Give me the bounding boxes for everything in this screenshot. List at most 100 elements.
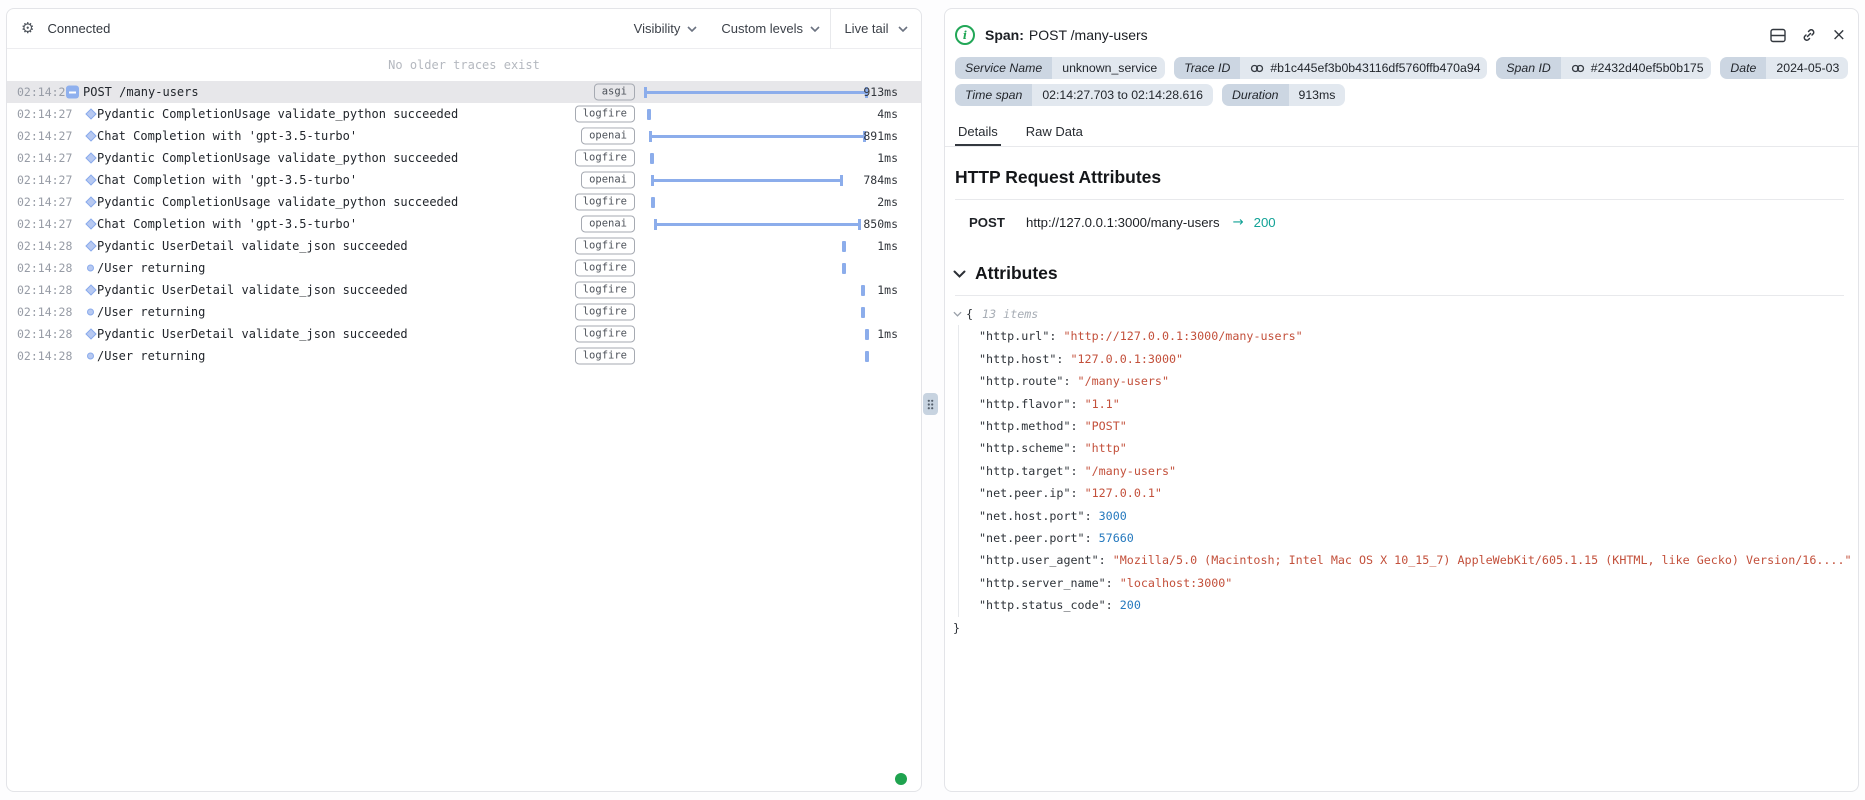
scope-badge: logfire xyxy=(575,325,635,342)
attributes-section-heading[interactable]: Attributes xyxy=(953,263,1858,284)
trace-row[interactable]: 02:14:27Chat Completion with 'gpt-3.5-tu… xyxy=(7,213,921,235)
waterfall-cell xyxy=(644,235,868,257)
waterfall-span-bar xyxy=(644,87,868,98)
trace-row[interactable]: 02:14:27 Chat Completion with 'gpt-3.5-tu… xyxy=(7,169,921,191)
meta-value: unknown_service xyxy=(1052,57,1165,79)
meta-label: Time span xyxy=(955,84,1032,106)
meta-badge: Duration913ms xyxy=(1222,84,1345,106)
waterfall-span-bar xyxy=(654,219,861,230)
detail-tabs: Details Raw Data xyxy=(945,119,1858,147)
meta-value: #b1c445ef3b0b43116df5760ffb470a94 xyxy=(1240,57,1487,79)
attribute-entry: "net.host.port": 3000 xyxy=(979,505,1844,527)
link-icon xyxy=(1571,64,1585,73)
http-request-summary: POST http://127.0.0.1:3000/many-users → … xyxy=(969,215,1858,230)
collapse-toggle-icon[interactable] xyxy=(66,86,79,99)
http-method: POST xyxy=(969,215,1026,230)
trace-row[interactable]: 02:14:28Pydantic UserDetail validate_jso… xyxy=(7,323,921,345)
span-name: /User returning xyxy=(97,305,205,319)
attribute-value: "/many-users" xyxy=(1085,464,1176,478)
trace-time: 02:14:27 xyxy=(17,173,72,187)
trace-row[interactable]: 02:14:28 Pydantic UserDetail validate_jso… xyxy=(7,279,921,301)
meta-label: Trace ID xyxy=(1174,57,1240,79)
drag-dots-icon xyxy=(927,399,934,410)
custom-levels-dropdown[interactable]: Custom levels xyxy=(721,21,820,36)
trace-row[interactable]: 02:14:28/User returninglogfire xyxy=(7,257,921,279)
visibility-dropdown[interactable]: Visibility xyxy=(634,21,698,36)
trace-row[interactable]: 02:14:28Pydantic UserDetail validate_jso… xyxy=(7,235,921,257)
span-duration: 2ms xyxy=(877,195,898,209)
scope-badge: openai xyxy=(581,215,635,232)
panel-resize-handle[interactable] xyxy=(923,393,938,415)
trace-row[interactable]: 02:14:28/User returninglogfire xyxy=(7,345,921,367)
trace-panel: ⚙ Connected Visibility Custom levels Liv… xyxy=(6,8,922,792)
span-duration: 891ms xyxy=(863,129,898,143)
trace-panel-toolbar: ⚙ Connected Visibility Custom levels Liv… xyxy=(7,9,921,49)
attribute-key: "http.target" xyxy=(979,464,1070,478)
split-view-button[interactable] xyxy=(1770,28,1786,43)
span-duration: 784ms xyxy=(863,173,898,187)
attribute-key: "http.host" xyxy=(979,352,1056,366)
span-name: Pydantic CompletionUsage validate_python… xyxy=(97,151,458,165)
meta-badge[interactable]: Span ID#2432d40ef5b0b175 xyxy=(1496,57,1711,79)
trace-time: 02:14:27 xyxy=(17,195,72,209)
attributes-heading-text: Attributes xyxy=(975,263,1058,284)
span-detail-header: i Span:POST /many-users × xyxy=(955,23,1846,47)
waterfall-cell xyxy=(644,81,868,103)
trace-row[interactable]: 02:14:27 Chat Completion with 'gpt-3.5-tu… xyxy=(7,125,921,147)
custom-levels-label: Custom levels xyxy=(721,21,803,36)
waterfall-tick xyxy=(842,263,846,274)
attribute-key: "http.scheme" xyxy=(979,441,1070,455)
span-duration: 1ms xyxy=(877,283,898,297)
meta-value: 02:14:27.703 to 02:14:28.616 xyxy=(1032,84,1213,106)
meta-value: #2432d40ef5b0b175 xyxy=(1561,57,1712,79)
attribute-key: "net.host.port" xyxy=(979,509,1085,523)
waterfall-cell xyxy=(644,169,868,191)
span-name: Pydantic UserDetail validate_json succee… xyxy=(97,283,408,297)
waterfall-cell xyxy=(644,323,868,345)
json-close-line: } xyxy=(953,617,1844,639)
copy-link-button[interactable] xyxy=(1801,27,1817,43)
section-divider xyxy=(955,295,1844,296)
live-tail-dropdown[interactable]: Live tail xyxy=(830,9,921,49)
arrow-right-icon: → xyxy=(1233,215,1244,230)
trace-time: 02:14:28 xyxy=(17,349,72,363)
attribute-value: "POST" xyxy=(1085,419,1127,433)
span-duration: 850ms xyxy=(863,217,898,231)
meta-label: Span ID xyxy=(1496,57,1560,79)
waterfall-cell xyxy=(644,191,868,213)
attribute-value: 200 xyxy=(1120,598,1141,612)
waterfall-tick xyxy=(861,285,865,296)
span-name: Chat Completion with 'gpt-3.5-turbo' xyxy=(97,129,357,143)
tab-raw-data[interactable]: Raw Data xyxy=(1023,119,1086,146)
meta-badge[interactable]: Trace ID#b1c445ef3b0b43116df5760ffb470a9… xyxy=(1174,57,1487,79)
attribute-entry: "http.route": "/many-users" xyxy=(979,370,1844,392)
trace-row[interactable]: 02:14:28/User returninglogfire xyxy=(7,301,921,323)
trace-row[interactable]: 02:14:27POST /many-usersasgi913ms xyxy=(7,81,921,103)
meta-badge: Time span02:14:27.703 to 02:14:28.616 xyxy=(955,84,1213,106)
trace-row[interactable]: 02:14:27Pydantic CompletionUsage validat… xyxy=(7,191,921,213)
trace-row[interactable]: 02:14:27Pydantic CompletionUsage validat… xyxy=(7,147,921,169)
span-name: Chat Completion with 'gpt-3.5-turbo' xyxy=(97,173,357,187)
waterfall-tick xyxy=(650,153,654,164)
debug-level-icon xyxy=(85,174,96,185)
trace-row[interactable]: 02:14:27Pydantic CompletionUsage validat… xyxy=(7,103,921,125)
open-brace: { xyxy=(966,303,973,325)
info-level-icon xyxy=(87,265,94,272)
span-name: POST /many-users xyxy=(83,85,199,99)
close-brace: } xyxy=(953,621,960,635)
attribute-entry: "http.target": "/many-users" xyxy=(979,460,1844,482)
close-button[interactable]: × xyxy=(1832,27,1846,44)
no-older-traces-notice: No older traces exist xyxy=(7,49,921,81)
trace-time: 02:14:27 xyxy=(17,129,72,143)
collapse-chevron-icon[interactable] xyxy=(953,311,962,317)
settings-button[interactable]: ⚙ xyxy=(19,19,36,38)
waterfall-cell xyxy=(644,213,868,235)
waterfall-tick xyxy=(651,197,655,208)
trace-time: 02:14:28 xyxy=(17,283,72,297)
trace-time: 02:14:27 xyxy=(17,107,72,121)
span-name: Chat Completion with 'gpt-3.5-turbo' xyxy=(97,217,357,231)
tab-details[interactable]: Details xyxy=(955,119,1001,146)
scope-badge: logfire xyxy=(575,193,635,210)
attribute-entry: "http.status_code": 200 xyxy=(979,594,1844,616)
attribute-entry: "net.peer.port": 57660 xyxy=(979,527,1844,549)
